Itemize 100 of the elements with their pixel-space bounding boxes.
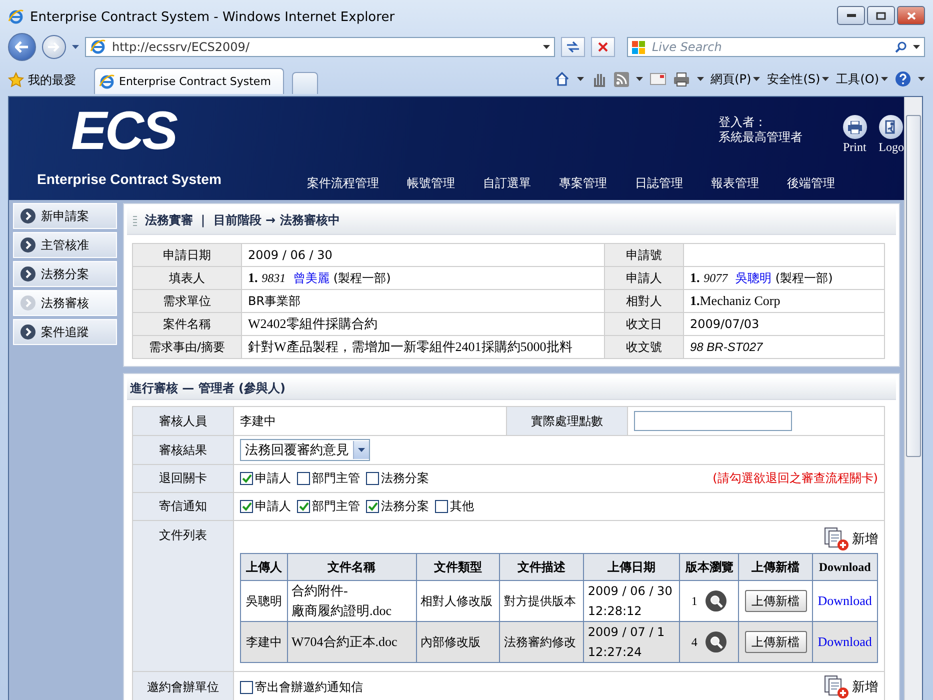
checkbox-label[interactable]: 其他 — [435, 498, 474, 515]
stop-button[interactable] — [591, 37, 615, 57]
search-icon[interactable] — [895, 41, 907, 53]
checkbox-label[interactable]: 部門主管 — [297, 498, 360, 515]
ie-icon — [99, 74, 115, 90]
arrow-left-icon — [15, 41, 29, 53]
column-header: 上傳新檔 — [738, 554, 812, 580]
window-title: Enterprise Contract System - Windows Internet Explorer — [30, 10, 396, 24]
upload-date: 2009 / 06 / 30 — [588, 583, 674, 600]
checkbox-label[interactable]: 申請人 — [240, 498, 291, 515]
checkbox-label[interactable]: 部門主管 — [297, 470, 360, 487]
table-cell: 對方提供版本 — [504, 594, 576, 608]
upload-date: 2009 / 07 / 1 — [588, 624, 666, 641]
caret-icon — [358, 448, 365, 452]
field-label: 填表人 — [169, 270, 205, 284]
checkbox[interactable] — [240, 680, 253, 694]
address-field[interactable]: http://ecssrv/ECS2009/ — [85, 37, 555, 57]
checkbox-label[interactable]: 申請人 — [240, 470, 291, 487]
nav-menu-item[interactable]: 帳號管理 — [407, 175, 455, 192]
points-input[interactable] — [634, 411, 792, 431]
column-header: Download — [812, 554, 878, 580]
nav-menu-item[interactable]: 專案管理 — [559, 175, 607, 192]
refresh-button[interactable] — [561, 37, 585, 57]
refresh-icon — [566, 41, 580, 53]
mail-icon[interactable] — [650, 73, 666, 85]
star-icon — [8, 72, 24, 88]
minimize-button[interactable] — [837, 6, 865, 25]
caret-icon — [918, 77, 925, 81]
person-link[interactable]: 吳聰明 — [736, 270, 772, 284]
field-label: 收文日 — [626, 316, 662, 330]
field-label: 申請日期 — [163, 248, 211, 262]
checkbox[interactable] — [435, 500, 448, 513]
browser-tab[interactable]: Enterprise Contract System — [94, 68, 284, 94]
column-header: 文件名稱 — [287, 554, 416, 580]
upload-button[interactable]: 上傳新檔 — [744, 631, 806, 653]
checkbox-label[interactable]: 寄出會辦邀約通知信 — [240, 678, 363, 696]
command-menu[interactable]: 安全性(S) — [767, 70, 830, 88]
column-header: 文件描述 — [500, 554, 584, 580]
ie-icon — [90, 39, 106, 55]
field-label: 相對人 — [626, 294, 662, 308]
maximize-button[interactable] — [867, 6, 895, 25]
add-file-button[interactable]: 新增 — [824, 527, 878, 551]
sidebar-item[interactable]: 新申請案 — [13, 203, 117, 229]
feed-icon[interactable] — [614, 72, 629, 86]
search-field[interactable]: Live Search — [627, 37, 925, 57]
table-cell: 法務審約修改 — [504, 635, 576, 649]
command-menu[interactable]: 工具(O) — [836, 70, 888, 88]
nav-menu-item[interactable]: 後端管理 — [787, 175, 835, 192]
nav-menu-item[interactable]: 案件流程管理 — [307, 175, 379, 192]
favorites-button[interactable]: 我的最愛 — [8, 66, 76, 94]
sidebar-item[interactable]: 法務分案 — [13, 261, 117, 287]
field-value: 1.Mechaniz Corp — [690, 293, 780, 308]
add-unit-button[interactable]: 新增 — [824, 675, 878, 699]
version-count: 1 — [691, 594, 698, 608]
forward-button[interactable] — [42, 35, 66, 59]
field-label: 退回關卡 — [159, 471, 207, 485]
checkbox[interactable] — [366, 500, 379, 513]
command-menu[interactable]: 網頁(P) — [710, 70, 760, 88]
home-icon[interactable] — [554, 71, 570, 87]
field-value: 98 BR-ST027 — [690, 340, 763, 354]
login-user: 系統最高管理者 — [718, 130, 803, 145]
nav-menu-item[interactable]: 報表管理 — [711, 175, 759, 192]
checkbox[interactable] — [240, 472, 253, 485]
magnifier-icon[interactable] — [705, 590, 728, 612]
field-label: 申請人 — [626, 270, 662, 284]
result-select[interactable]: 法務回覆審約意見 — [240, 439, 370, 461]
printer-icon[interactable] — [672, 72, 690, 86]
nav-menu-item[interactable]: 自訂選單 — [483, 175, 531, 192]
close-button[interactable] — [897, 6, 925, 25]
sidebar-item[interactable]: 案件追蹤 — [13, 319, 117, 345]
help-icon[interactable] — [895, 71, 911, 87]
checkbox[interactable] — [366, 472, 379, 485]
minimize-icon — [846, 14, 856, 17]
checkbox[interactable] — [240, 500, 253, 513]
back-button[interactable] — [8, 33, 36, 61]
field-value: W2402零組件採購合約 — [248, 316, 378, 331]
nav-menu-item[interactable]: 日誌管理 — [635, 175, 683, 192]
upload-button[interactable]: 上傳新檔 — [744, 590, 806, 612]
field-label: 案件名稱 — [163, 316, 211, 330]
magnifier-icon[interactable] — [705, 631, 728, 653]
person-link[interactable]: 曾美麗 — [294, 270, 330, 284]
chevron-icon — [20, 266, 36, 282]
door-exit-icon — [885, 120, 898, 134]
caret-icon — [576, 77, 584, 81]
sidebar-item[interactable]: 法務審核 — [13, 290, 117, 316]
field-label: 文件列表 — [159, 528, 207, 542]
caret-icon — [822, 77, 830, 81]
checkbox-label[interactable]: 法務分案 — [366, 470, 429, 487]
field-label: 收文號 — [626, 340, 662, 354]
scrollbar[interactable] — [904, 97, 922, 700]
checkbox[interactable] — [297, 500, 310, 513]
checkbox[interactable] — [297, 472, 310, 485]
person-info: 1. 9831 曾美麗 (製程一部) — [248, 270, 391, 284]
sidebar-item[interactable]: 主管核准 — [13, 232, 117, 258]
close-icon — [906, 12, 916, 20]
column-header: 版本瀏覽 — [680, 554, 739, 580]
field-label: 審核結果 — [159, 442, 207, 456]
file-name: 合約附件- 廠商履約證明.doc — [292, 583, 392, 618]
field-label: 寄信通知 — [159, 499, 207, 513]
checkbox-label[interactable]: 法務分案 — [366, 498, 429, 515]
